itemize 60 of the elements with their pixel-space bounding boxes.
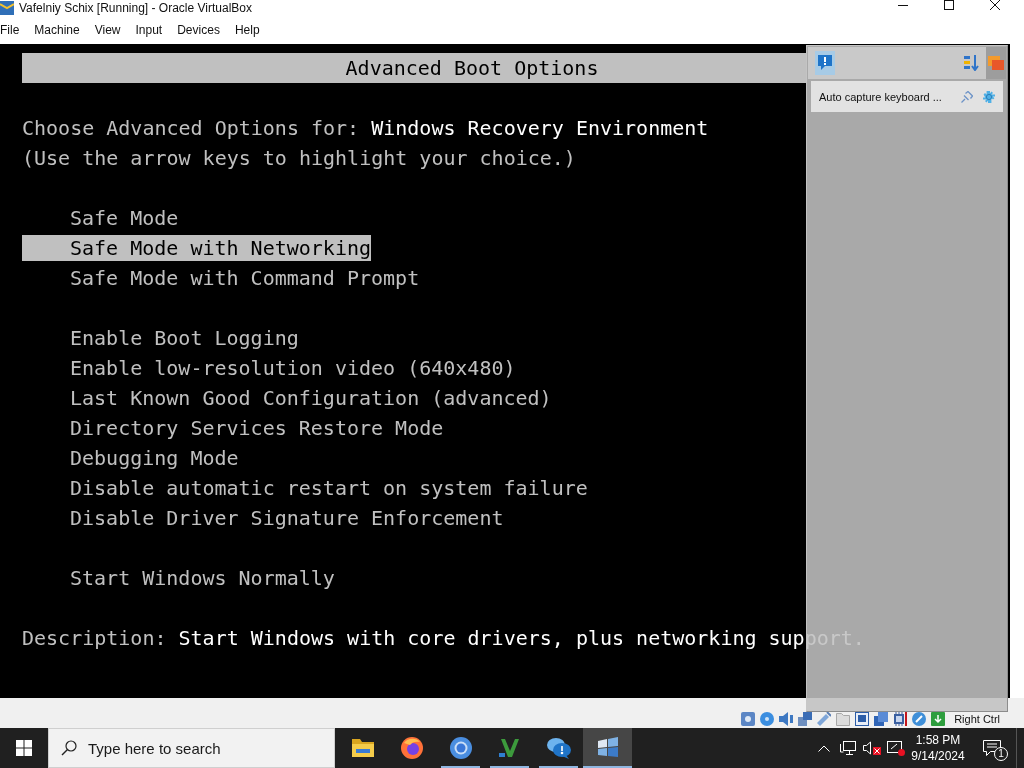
menu-item[interactable]: View [94,23,121,37]
boot-option[interactable]: Disable Driver Signature Enforcement [22,505,504,531]
notification-card[interactable]: Auto capture keyboard ... [811,81,1003,112]
menu-item[interactable]: File [0,23,20,37]
notification-count: 1 [994,747,1008,761]
boot-option[interactable]: Safe Mode with Networking [22,235,372,261]
window-title: Vafelniy Schix [Running] - Oracle VirtualBox [19,1,252,15]
speaker-icon[interactable] [779,712,794,726]
minimize-icon [898,5,908,6]
gear-icon[interactable] [983,90,995,103]
close-icon [990,0,1000,10]
clock-date: 9/14/2024 [911,748,965,764]
boot-option[interactable]: Disable automatic restart on system failure [22,475,588,501]
display-icon[interactable] [855,712,870,726]
menu-item[interactable]: Help [234,23,260,37]
maximize-icon [944,0,954,10]
sort-icon[interactable] [964,55,980,71]
window-flag-icon [595,737,620,759]
search-icon [61,740,77,756]
disc-icon[interactable] [760,712,775,726]
boot-option[interactable]: Start Windows Normally [22,565,335,591]
slashed-circle-icon[interactable] [912,712,927,726]
arrow-down-icon[interactable] [931,712,946,726]
monitor-alert-icon[interactable] [887,740,905,756]
notification-text: Auto capture keyboard ... [819,90,943,103]
boot-option[interactable]: Enable Boot Logging [22,325,299,351]
menu-item[interactable]: Input [135,23,163,37]
windows-logo-icon [16,740,32,756]
folder-icon [351,739,374,757]
chevron-logo-icon [498,737,521,759]
search-field[interactable]: Type here to search [48,728,335,768]
prompt-line: Choose Advanced Options for: Windows Recovery Environment [22,115,709,142]
network-icon[interactable] [840,741,856,755]
hint-line: (Use the arrow keys to highlight your choice.) [22,145,576,172]
pen-icon[interactable] [817,712,832,726]
boot-option[interactable]: Safe Mode with Command Prompt [22,265,420,291]
boot-option[interactable]: Last Known Good Configuration (advanced) [22,385,552,411]
fox-globe-icon [400,737,423,759]
monitors-icon[interactable] [798,712,813,726]
menu-item[interactable]: Devices [177,23,220,37]
menu-item[interactable]: Machine [34,23,80,37]
boot-menu-title: Advanced Boot Options [22,53,806,83]
action-center-button[interactable]: 1 [968,728,1016,768]
boot-option[interactable]: Safe Mode [22,205,179,231]
boot-option[interactable]: Enable low-resolution video (640x480) [22,355,516,381]
caret-up-icon[interactable] [818,744,830,752]
chip-icon[interactable] [893,712,908,726]
screens-icon[interactable] [874,712,889,726]
app-logo-icon [0,1,14,15]
boot-option[interactable]: Directory Services Restore Mode [22,415,444,441]
notification-icon [983,740,1001,756]
speech-bubbles-icon [546,737,571,759]
alert-bubble-icon[interactable] [815,51,835,75]
boot-option[interactable]: Debugging Mode [22,445,239,471]
host-key-label: Right Ctrl [954,712,1000,726]
taskbar-app-button[interactable] [583,728,632,768]
ring-logo-icon [449,737,472,759]
speaker-muted-icon[interactable] [863,741,881,755]
clock-time: 1:58 PM [915,732,961,748]
clock-button[interactable]: 1:58 PM 9/14/2024 [908,732,968,764]
